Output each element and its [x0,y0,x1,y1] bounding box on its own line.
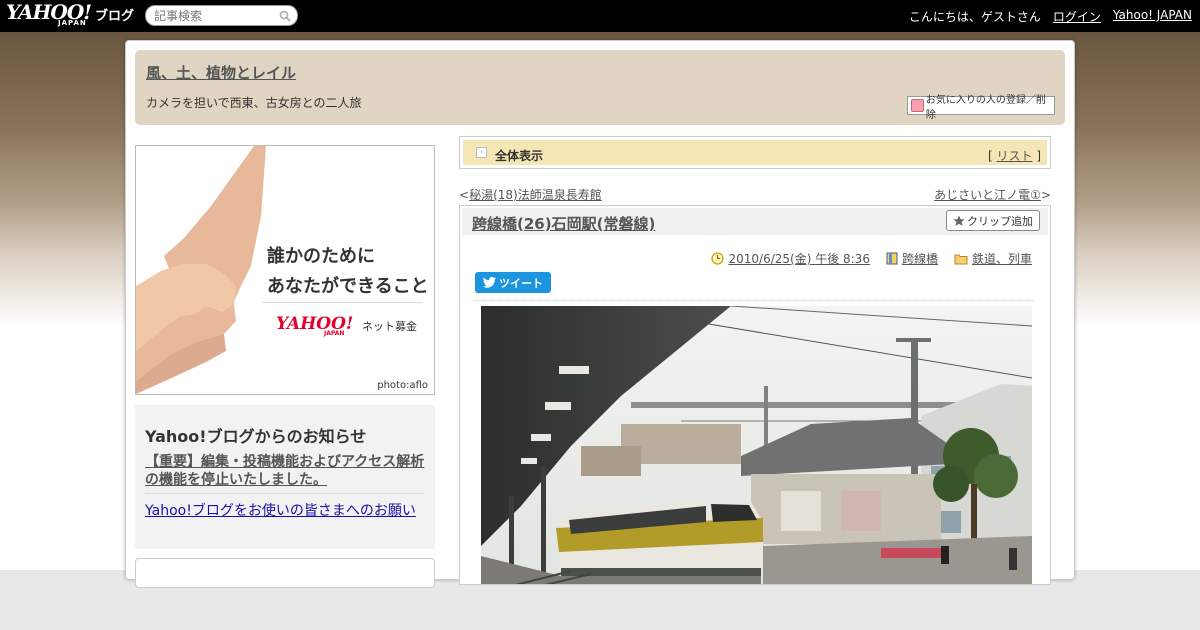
logo-blog-text: ブログ [95,9,135,24]
blog-notice-box: Yahoo!ブログからのお知らせ 【重要】編集・投稿機能およびアクセス解析の機能… [135,405,435,549]
login-link[interactable]: ログイン [1053,8,1101,25]
logo-japan-text: JAPAN [58,19,87,27]
yahoo-blog-logo[interactable]: YAHOO! JAPAN ブログ [6,2,134,30]
ad-photo-credit: photo:aflo [377,380,428,391]
article-date-link[interactable]: 2010/6/25(金) 午後 8:36 [728,250,869,267]
greeting-text: こんにちは、ゲストさん [908,10,1041,24]
blog-title[interactable]: 風、土、植物とレイル [146,62,296,83]
prev-article-link[interactable]: 秘湯(18)法師温泉長寿館 [469,188,602,202]
clip-add-label: クリップ追加 [967,214,1033,228]
search-box [145,5,298,26]
tweet-button[interactable]: ツイート [475,272,551,293]
blog-description: カメラを担いで西東、古女房との二人旅 [146,96,362,110]
article-meta: 2010/6/25(金) 午後 8:36 跨線橋 鉄道、列車 [711,250,1032,267]
article-header: 跨線橋(26)石岡駅(常磐線) クリップ追加 [462,208,1048,235]
user-nav: こんにちは、ゲストさん ログイン Yahoo! JAPAN [909,8,1192,25]
article-title[interactable]: 跨線橋(26)石岡駅(常磐線) [472,213,655,234]
list-view-toggle: [ リスト ] [987,149,1041,163]
article: 跨線橋(26)石岡駅(常磐線) クリップ追加 2010/6/25(金) 午後 8… [459,205,1051,585]
list-link[interactable]: リスト [996,149,1032,163]
ad-net-donation: ネット募金 [362,320,417,333]
heart-icon [911,99,924,112]
star-icon [953,215,965,226]
ad-yahoo-japan: JAPAN [324,330,345,337]
notice-divider [145,493,425,494]
article-category-link[interactable]: 鉄道、列車 [972,250,1032,267]
search-input[interactable] [154,9,274,23]
charity-ad-banner[interactable]: 誰かのために あなたができること YAHOO! JAPAN ネット募金 phot… [135,145,435,395]
blog-header: 風、土、植物とレイル カメラを担いで西東、古女房との二人旅 お気に入りの人の登録… [135,50,1065,125]
ad-headline-1: 誰かのために [267,246,375,267]
arrow-right-icon: › [476,147,487,158]
search-icon[interactable] [279,10,291,22]
dotted-divider [475,300,1035,301]
top-bar: YAHOO! JAPAN ブログ こんにちは、ゲストさん ログイン Yahoo!… [0,0,1200,32]
next-article-link[interactable]: あじさいと江ノ電① [934,188,1041,202]
ad-divider [261,302,423,303]
clock-icon [711,252,725,265]
yahoo-japan-link[interactable]: Yahoo! JAPAN [1113,8,1192,25]
favorite-button-label: お気に入りの人の登録／削除 [925,94,1046,121]
article-tag-link[interactable]: 跨線橋 [902,250,938,267]
book-icon [886,252,898,265]
tweet-label: ツイート [499,276,543,290]
twitter-bird-icon [483,277,496,288]
notice-link-request[interactable]: Yahoo!ブログをお使いの皆さまへのお願い [145,500,416,520]
all-view-bar: › 全体表示 [ リスト ] [459,136,1051,169]
all-view-label[interactable]: 全体表示 [495,147,543,164]
blog-container: 風、土、植物とレイル カメラを担いで西東、古女房との二人旅 お気に入りの人の登録… [125,40,1075,588]
notice-link-important[interactable]: 【重要】編集・投稿機能およびアクセス解析の機能を停止いたしました。 [145,453,427,489]
notice-title: Yahoo!ブログからのお知らせ [145,427,367,446]
folder-icon [954,254,968,264]
ad-headline-2: あなたができること [267,276,429,297]
train-station-photo [481,306,1032,584]
clip-add-button[interactable]: クリップ追加 [946,210,1040,231]
favorite-button[interactable]: お気に入りの人の登録／削除 [907,95,1055,121]
hands-illustration [136,146,266,394]
sidebar-box [135,558,435,588]
